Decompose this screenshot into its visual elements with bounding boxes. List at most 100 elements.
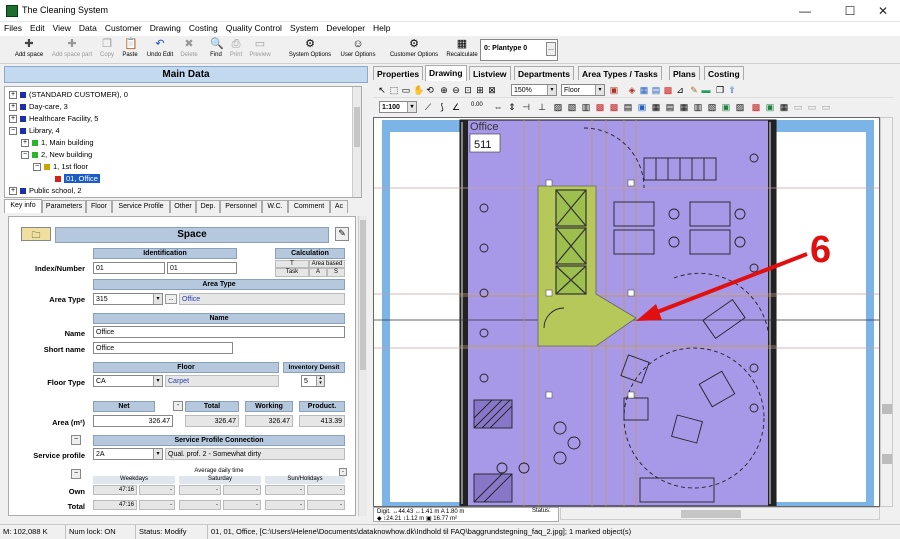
export-icon[interactable]: ⇪ xyxy=(727,85,737,95)
tab-departments[interactable]: Departments xyxy=(514,66,574,80)
tree-scrollbar[interactable] xyxy=(352,87,361,197)
copy-button[interactable]: ❐ Copy xyxy=(96,39,118,59)
menu-files[interactable]: Files xyxy=(0,22,26,33)
close-button[interactable]: ✕ xyxy=(868,3,898,19)
menu-view[interactable]: View xyxy=(49,22,75,33)
area-type-browse-button[interactable]: ... xyxy=(165,294,177,304)
menu-system[interactable]: System xyxy=(286,22,322,33)
tree-node-1st-floor[interactable]: −1, 1st floor xyxy=(33,161,88,173)
tab-drawing[interactable]: Drawing xyxy=(425,65,467,81)
tool-o-icon[interactable]: ▩ xyxy=(751,102,761,112)
tool-m-icon[interactable]: ▣ xyxy=(721,102,731,112)
tool-f-icon[interactable]: ▤ xyxy=(623,102,633,112)
floor-type-select[interactable]: CA ▾ xyxy=(93,375,163,387)
recalculate-button[interactable]: ▦ Recalculate xyxy=(443,39,481,59)
tab-properties[interactable]: Properties xyxy=(373,66,424,80)
zoom-window-icon[interactable]: ⊡ xyxy=(463,85,473,95)
tree-node-day-care[interactable]: + Day-care, 3 xyxy=(9,101,68,113)
inventory-density-stepper[interactable]: 5 ▴ ▾ xyxy=(301,375,325,387)
tool-r-icon[interactable]: ▭ xyxy=(793,102,803,112)
layer-settings-icon[interactable]: ▣ xyxy=(609,85,619,95)
user-options-button[interactable]: ☺ User Options xyxy=(336,39,380,59)
calc-s[interactable]: S xyxy=(327,268,345,277)
menu-drawing[interactable]: Drawing xyxy=(146,22,185,33)
color-icon[interactable]: ▬ xyxy=(701,85,711,95)
snap-icon[interactable]: ◈ xyxy=(627,85,637,95)
tree-node-new-building[interactable]: −2, New building xyxy=(21,149,92,161)
scale-select[interactable]: 1:100 ▾ xyxy=(379,101,417,113)
tool-l-icon[interactable]: ▧ xyxy=(707,102,717,112)
index-field[interactable]: 01 xyxy=(93,262,165,274)
layer-select[interactable]: Floor ▾ xyxy=(561,84,605,96)
tree-node-public-school[interactable]: + Public school, 2 xyxy=(9,185,82,197)
collapse-avg-button[interactable]: - xyxy=(339,468,347,476)
delete-button[interactable]: ✖ Delete xyxy=(177,39,201,59)
tab-personnel[interactable]: Personnel xyxy=(220,200,262,213)
tool-q-icon[interactable]: ▦ xyxy=(779,102,789,112)
plantype-browse-button[interactable]: ... xyxy=(546,42,556,56)
tab-parameters[interactable]: Parameters xyxy=(42,200,86,213)
drawing-horizontal-scrollbar[interactable] xyxy=(560,507,880,520)
tool-b-icon[interactable]: ▧ xyxy=(567,102,577,112)
number-field[interactable]: 01 xyxy=(167,262,237,274)
tool-g-icon[interactable]: ▣ xyxy=(637,102,647,112)
tree-node-main-building[interactable]: +1, Main building xyxy=(21,137,94,149)
move-icon[interactable]: ⇔ xyxy=(493,102,503,112)
menu-developer[interactable]: Developer xyxy=(322,22,369,33)
tool-j-icon[interactable]: ▦ xyxy=(679,102,689,112)
zoom-all-icon[interactable]: ⊠ xyxy=(487,85,497,95)
calc-a[interactable]: A xyxy=(309,268,327,277)
tool-i-icon[interactable]: ▤ xyxy=(665,102,675,112)
minimize-button[interactable]: — xyxy=(790,3,820,19)
tab-dep[interactable]: Dep. xyxy=(196,200,220,213)
tree-node-healthcare[interactable]: + Healthcare Facility, 5 xyxy=(9,113,98,125)
tab-key-info[interactable]: Key info xyxy=(4,199,42,213)
tab-costing[interactable]: Costing xyxy=(704,66,744,80)
add-space-part-button[interactable]: ✚ Add space part xyxy=(48,39,96,59)
tab-listview[interactable]: Listview xyxy=(469,66,511,80)
grid-icon[interactable]: ▦ xyxy=(639,85,649,95)
align-icon[interactable]: ⇕ xyxy=(507,102,517,112)
tree-node-office[interactable]: 01, Office xyxy=(55,173,100,185)
collapse-button[interactable]: - xyxy=(173,401,183,411)
tool-a-icon[interactable]: ▨ xyxy=(553,102,563,112)
add-space-button[interactable]: ✚ Add space xyxy=(10,39,48,59)
menu-quality-control[interactable]: Quality Control xyxy=(222,22,286,33)
dimension-icon[interactable]: ⊥ xyxy=(537,102,547,112)
preview-button[interactable]: ▭ Preview xyxy=(246,39,274,59)
tool-h-icon[interactable]: ▦ xyxy=(651,102,661,112)
pointer-icon[interactable]: ↖ xyxy=(377,85,387,95)
polyline-icon[interactable]: ⟆ xyxy=(437,102,447,112)
area-type-select[interactable]: 315 ▾ xyxy=(93,293,163,305)
short-name-field[interactable]: Office xyxy=(93,342,233,354)
collapse-time-button[interactable]: − xyxy=(71,469,81,479)
pan-icon[interactable]: ✋ xyxy=(413,85,424,95)
edit-icon[interactable]: ✎ xyxy=(335,227,349,241)
layers-icon[interactable]: ▤ xyxy=(651,85,661,95)
copy-drawing-icon[interactable]: ❐ xyxy=(715,85,725,95)
tool-c-icon[interactable]: ▥ xyxy=(581,102,591,112)
menu-costing[interactable]: Costing xyxy=(185,22,222,33)
tab-area-types-tasks[interactable]: Area Types / Tasks xyxy=(578,66,662,80)
collapse-service-button[interactable]: − xyxy=(71,435,81,445)
service-profile-select[interactable]: 2A ▾ xyxy=(93,448,163,460)
tab-floor[interactable]: Floor xyxy=(86,200,112,213)
find-button[interactable]: 🔍 Find xyxy=(206,39,226,59)
mark-icon[interactable]: ▩ xyxy=(663,85,673,95)
maximize-button[interactable]: ☐ xyxy=(835,3,865,19)
menu-edit[interactable]: Edit xyxy=(26,22,49,33)
customer-options-button[interactable]: ⚙ Customer Options xyxy=(386,39,442,59)
net-area-field[interactable]: 326.47 xyxy=(93,415,173,427)
name-field[interactable]: Office xyxy=(93,326,345,338)
select-icon[interactable]: ⬚ xyxy=(389,85,399,95)
draw-rect-icon[interactable]: ▭ xyxy=(401,85,411,95)
paste-button[interactable]: 📋 Paste xyxy=(118,39,142,59)
zoom-select[interactable]: 150% ▾ xyxy=(511,84,557,96)
tool-icon[interactable]: ✎ xyxy=(689,85,699,95)
tab-plans[interactable]: Plans xyxy=(669,66,700,80)
zoom-out-icon[interactable]: ⊖ xyxy=(451,85,461,95)
angle-icon[interactable]: ∠ xyxy=(451,102,461,112)
tab-comment[interactable]: Comment xyxy=(288,200,330,213)
drawing-canvas[interactable]: Office 511 6 xyxy=(373,117,880,507)
line-icon[interactable]: ⟋ xyxy=(423,102,433,112)
